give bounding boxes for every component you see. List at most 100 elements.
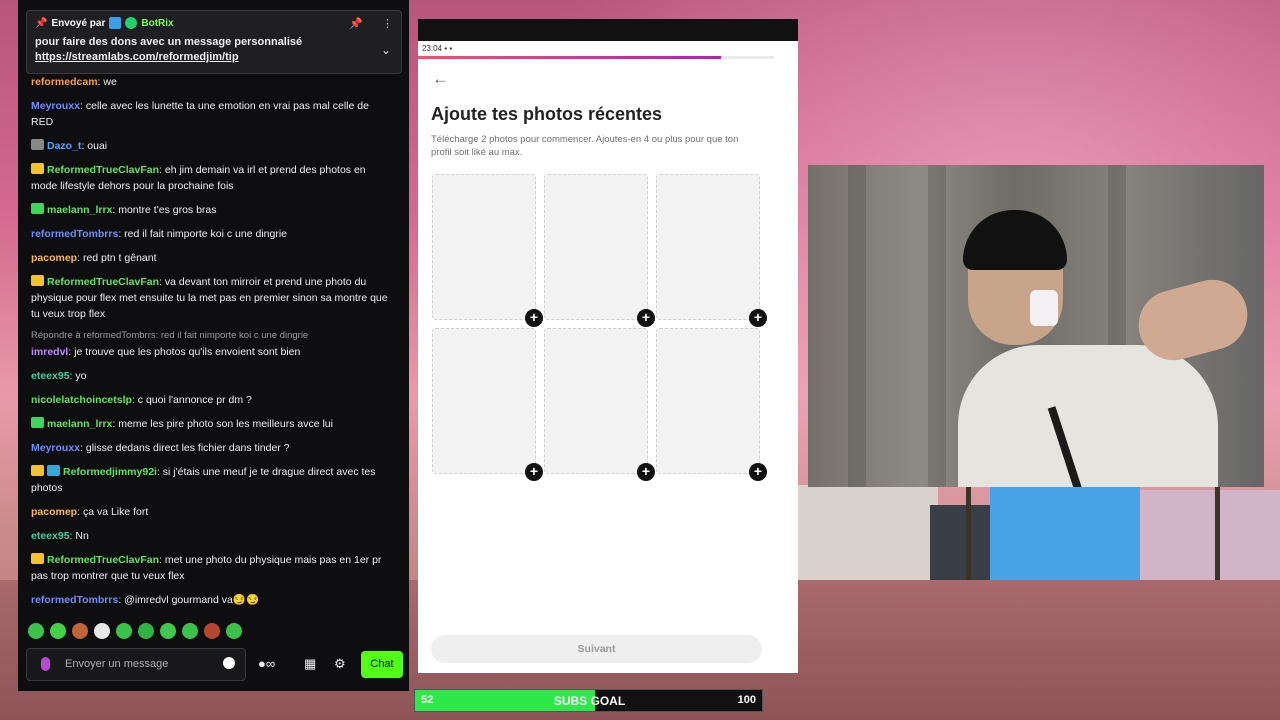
chat-message: pacomep: ça va Like fort [31,504,391,520]
pinned-message: 📌 Envoyé par BotRix pour faire des dons … [26,10,402,74]
chat-username[interactable]: imredvl [31,346,68,358]
avatar-icon [31,139,44,150]
chat-send-button[interactable]: Chat [361,651,403,678]
add-photo-icon[interactable]: + [525,309,543,327]
chat-username[interactable]: ReformedTrueClavFan [47,276,159,288]
crown-icon [31,465,44,476]
chat-message: pacomep: red ptn t gênant [31,250,391,266]
status-time: 23:04 [422,44,443,53]
add-photo-icon[interactable]: + [749,463,767,481]
badge-icon [47,465,60,476]
pinned-header: 📌 Envoyé par BotRix [35,17,393,29]
chat-text: : je trouve que les photos qu'ils envoie… [68,346,301,358]
chat-username[interactable]: eteex95 [31,530,70,542]
emote-icon[interactable] [182,623,198,639]
chat-message: eteex95: yo [31,368,391,384]
photo-slot[interactable]: + [656,328,767,481]
chevron-down-icon[interactable]: ⌄ [381,43,391,57]
pinned-sent-by: Envoyé par [51,17,106,29]
emote-icon[interactable] [138,623,154,639]
microphone-icon[interactable] [41,657,50,671]
photo-slot[interactable]: + [432,174,543,327]
more-icon[interactable]: ⋮ [382,18,393,30]
chat-username[interactable]: Dazo_t [47,140,81,152]
onboarding-progress-fill [418,56,721,59]
page-title: Ajoute tes photos récentes [431,104,663,124]
chat-username[interactable]: Meyrouxx [31,100,80,112]
gear-icon[interactable]: ⚙ [334,656,346,672]
chat-username[interactable]: Reformedjimmy92i [63,466,157,478]
chat-username[interactable]: pacomep [31,252,77,264]
add-photo-icon[interactable]: + [749,309,767,327]
chat-message: Reformedjimmy92i: si j'étais une meuf je… [31,464,391,496]
channel-points-icon[interactable]: ●∞ [258,656,275,671]
emote-icon[interactable] [28,623,44,639]
chat-text: : ouai [81,140,108,152]
streamer-torso [958,345,1218,487]
chat-username[interactable]: eteex95 [31,370,70,382]
unpin-icon[interactable]: 📌 [349,18,363,30]
pinned-actions: 📌 ⋮ [349,17,393,30]
curtain-fold [928,165,946,487]
chat-message: nicolelatchoincetslp: c quoi l'annonce p… [31,392,391,408]
webcam-feed [808,165,1264,487]
subscriber-icon [31,203,44,214]
photo-slot[interactable]: + [544,328,655,481]
emote-icon[interactable] [204,623,220,639]
pinned-link[interactable]: https://streamlabs.com/reformedjim/tip [35,51,393,63]
chat-username[interactable]: reformedTombrrs [31,594,118,606]
chat-message: reformedcam: we [31,74,391,90]
chat-input[interactable]: Envoyer un message [26,648,246,681]
chat-message: Meyrouxx: celle avec les lunette ta une … [31,98,391,130]
store-icon[interactable]: ▦ [304,656,316,672]
cotton-pad [1030,290,1058,326]
emoji-icon[interactable] [223,657,235,669]
emote-icon[interactable] [72,623,88,639]
emote-icon[interactable] [116,623,132,639]
chat-text: : yo [69,370,87,382]
reply-reference[interactable]: Répondre à reformedTombrrs: red il fait … [31,328,391,344]
onboarding-progress [418,56,774,59]
chat-text: : we [97,76,117,88]
chat-username[interactable]: pacomep [31,506,77,518]
emote-bar [28,623,242,639]
emote-icon[interactable] [160,623,176,639]
chat-username[interactable]: maelann_lrrx [47,204,112,216]
chat-message: reformedTombrrs: red il fait nimporte ko… [31,226,391,242]
add-photo-icon[interactable]: + [525,463,543,481]
pinned-bot-name: BotRix [141,17,174,29]
photo-slot[interactable]: + [432,328,543,481]
chat-username[interactable]: ReformedTrueClavFan [47,554,159,566]
chat-input-placeholder: Envoyer un message [65,658,169,670]
chat-message: ReformedTrueClavFan: met une photo du ph… [31,552,391,584]
chat-text: : meme les pire photo son les meilleurs … [112,418,333,430]
chat-message: eteex95: Nn [31,528,391,544]
add-photo-icon[interactable]: + [637,309,655,327]
emote-icon[interactable] [50,623,66,639]
chat-username[interactable]: Meyrouxx [31,442,80,454]
phone-screen: 23:04 ▪ ▪ ← Ajoute tes photos récentes T… [418,19,798,673]
chat-username[interactable]: reformedTombrrs [31,228,118,240]
subs-goal-label: SUBS GOAL [553,694,626,708]
crown-icon [31,553,44,564]
photo-slot[interactable]: + [656,174,767,327]
photo-slot[interactable]: + [544,174,655,327]
building [798,485,938,580]
chat-text: : Nn [69,530,89,542]
chat-message: reformedTombrrs: @imredvl gourmand va😏😏 [31,592,391,608]
chat-text: : ça va Like fort [77,506,149,518]
back-arrow-icon[interactable]: ← [432,69,449,89]
add-photo-icon[interactable]: + [637,463,655,481]
page-subtitle: Télécharge 2 photos pour commencer. Ajou… [431,134,739,158]
chat-username[interactable]: nicolelatchoincetslp [31,394,132,406]
chat-text: : montre t'es gros bras [112,204,217,216]
building [990,485,1140,580]
emote-icon[interactable] [226,623,242,639]
chat-username[interactable]: reformedcam [31,76,98,88]
chat-message: Répondre à reformedTombrrs: red il fait … [31,328,391,360]
next-button[interactable]: Suivant [431,635,762,663]
chat-username[interactable]: ReformedTrueClavFan [47,164,159,176]
emote-icon[interactable] [94,623,110,639]
chat-username[interactable]: maelann_lrrx [47,418,112,430]
chat-message: maelann_lrrx: montre t'es gros bras [31,202,391,218]
